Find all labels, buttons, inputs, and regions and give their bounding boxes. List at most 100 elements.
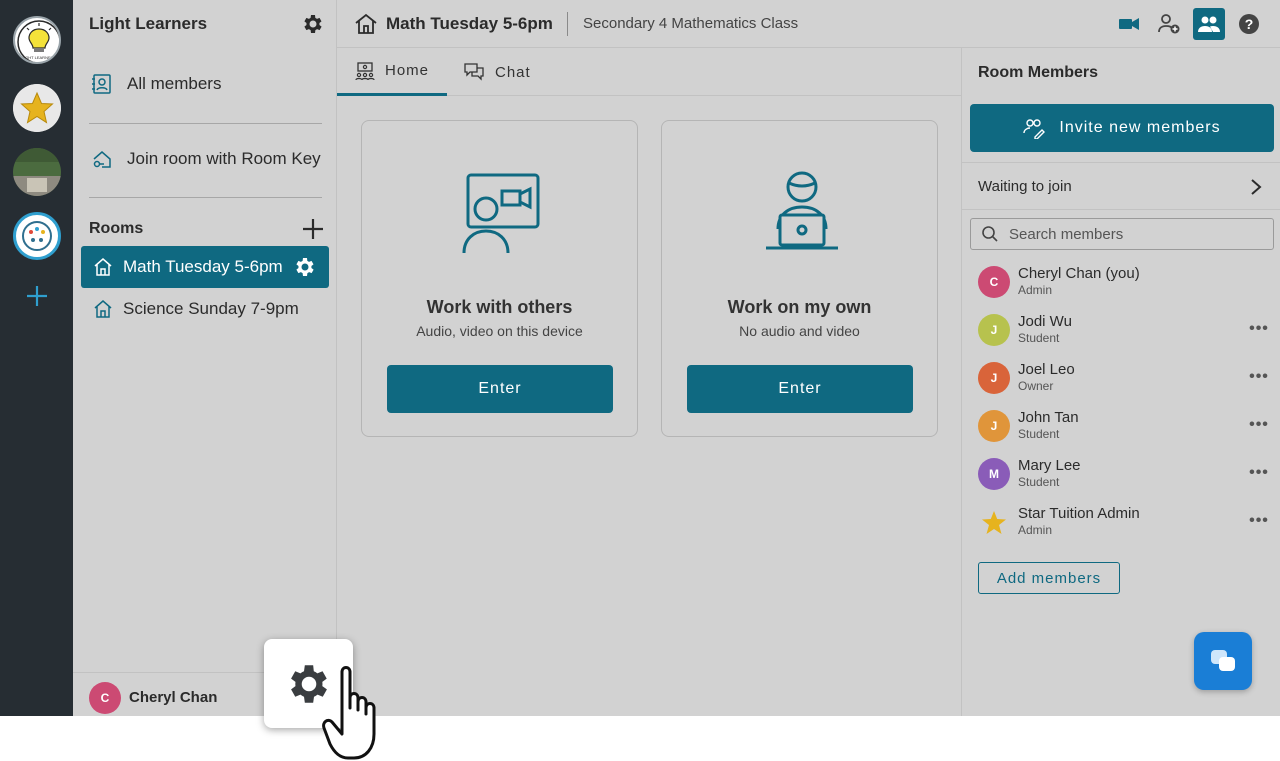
room-item-math-tuesday[interactable]: Math Tuesday 5-6pm [81, 246, 329, 288]
member-row[interactable]: J Jodi Wu Student ••• [978, 308, 1274, 348]
member-row[interactable]: M Mary Lee Student ••• [978, 452, 1274, 492]
video-collaboration-icon [462, 173, 540, 253]
members-icon [1198, 16, 1220, 32]
add-members-button[interactable]: Add members [978, 562, 1120, 594]
star-icon [13, 84, 61, 132]
member-name: John Tan [1018, 409, 1079, 426]
avatar: M [978, 458, 1010, 490]
classroom-icon [355, 61, 375, 80]
work-with-others-card: Work with others Audio, video on this de… [361, 120, 638, 437]
room-settings-button[interactable] [293, 255, 317, 279]
org-dots[interactable] [13, 212, 61, 260]
add-room-button[interactable] [301, 217, 325, 241]
tab-chat[interactable]: Chat [463, 48, 531, 96]
sidebar-divider [89, 123, 322, 124]
home-icon [355, 13, 377, 34]
tab-home[interactable]: Home [337, 48, 447, 96]
member-role: Student [1018, 475, 1060, 489]
org-star-tuition[interactable] [13, 84, 61, 132]
member-name: Cheryl Chan (you) [1018, 265, 1140, 282]
rooms-heading: Rooms [89, 220, 144, 237]
more-options-icon[interactable]: ••• [1248, 414, 1270, 436]
more-options-icon[interactable]: ••• [1248, 318, 1270, 340]
sidebar-divider [89, 197, 322, 198]
add-person-button[interactable] [1153, 8, 1185, 40]
card-title: Work with others [426, 297, 573, 317]
lightbulb-logo-icon: LIGHT LEARNERS [17, 20, 59, 62]
member-role: Admin [1018, 283, 1053, 297]
member-row[interactable]: Star Tuition Admin Admin ••• [978, 500, 1274, 540]
room-members-panel: Room Members Invite new members Waiting … [961, 48, 1280, 716]
home-icon [94, 300, 112, 318]
all-members-label: All members [127, 74, 222, 93]
add-person-icon [1158, 14, 1180, 34]
org-settings-button[interactable] [301, 12, 325, 36]
card-subtitle: Audio, video on this device [416, 323, 583, 339]
join-room-link[interactable]: Join room with Room Key [91, 144, 321, 174]
enter-with-others-button[interactable]: Enter [387, 365, 613, 413]
more-options-icon[interactable]: ••• [1248, 510, 1270, 532]
room-subtitle: Secondary 4 Mathematics Class [583, 15, 799, 32]
avatar: J [978, 410, 1010, 442]
video-button[interactable] [1113, 8, 1145, 40]
home-icon [94, 258, 112, 276]
help-button[interactable]: ? [1233, 8, 1265, 40]
logo-text: LIGHT LEARNERS [22, 55, 57, 60]
contacts-book-icon [92, 74, 111, 94]
search-members-input[interactable] [1009, 225, 1249, 243]
gear-icon [296, 258, 314, 276]
member-name: Joel Leo [1018, 361, 1075, 378]
card-subtitle: No audio and video [739, 323, 860, 339]
room-sidebar: Light Learners All members Join room wit… [73, 0, 337, 716]
member-role: Student [1018, 331, 1060, 345]
card-title: Work on my own [727, 297, 872, 317]
search-icon [982, 226, 998, 242]
chat-bubbles-icon [1211, 650, 1235, 671]
more-options-icon[interactable]: ••• [1248, 366, 1270, 388]
room-title: Math Tuesday 5-6pm [386, 14, 553, 33]
add-org-button[interactable] [23, 282, 51, 310]
enter-on-my-own-button[interactable]: Enter [687, 365, 913, 413]
member-role: Student [1018, 427, 1060, 441]
header-separator [567, 12, 568, 36]
app-window: LIGHT LEARNERS Light Learners All member… [0, 0, 1280, 716]
gear-icon [304, 15, 322, 33]
org-title: Light Learners [89, 14, 208, 33]
avatar: J [978, 314, 1010, 346]
chat-bubble-button[interactable] [1194, 632, 1252, 690]
more-options-icon[interactable]: ••• [1248, 462, 1270, 484]
room-item-science-sunday[interactable]: Science Sunday 7-9pm [81, 288, 329, 330]
hand-pointer-icon [322, 666, 376, 760]
current-user-name: Cheryl Chan [129, 689, 218, 706]
invite-people-icon [1023, 119, 1046, 139]
room-label: Science Sunday 7-9pm [123, 299, 299, 318]
work-on-my-own-card: Work on my own No audio and video Enter [661, 120, 938, 437]
invite-new-members-button[interactable]: Invite new members [970, 104, 1274, 152]
svg-text:?: ? [1245, 16, 1254, 32]
avatar: C [978, 266, 1010, 298]
chevron-right-icon [1251, 179, 1262, 195]
waiting-to-join-row[interactable]: Waiting to join [962, 162, 1280, 210]
all-members-link[interactable]: All members [91, 69, 221, 99]
room-header: Math Tuesday 5-6pm Secondary 4 Mathemati… [337, 0, 1280, 48]
member-name: Mary Lee [1018, 457, 1081, 474]
org-photo[interactable] [13, 148, 61, 196]
help-icon: ? [1239, 14, 1259, 34]
org-light-learners[interactable]: LIGHT LEARNERS [13, 16, 61, 64]
person-laptop-icon [766, 171, 838, 250]
members-button[interactable] [1193, 8, 1225, 40]
star-icon [982, 511, 1006, 534]
room-tabs: Home Chat [337, 48, 961, 96]
avatar[interactable]: C [89, 682, 121, 714]
member-row[interactable]: C Cheryl Chan (you) Admin [978, 260, 1274, 300]
member-row[interactable]: J John Tan Student ••• [978, 404, 1274, 444]
plus-icon [27, 286, 47, 306]
panel-title: Room Members [978, 64, 1099, 81]
room-label: Math Tuesday 5-6pm [123, 257, 283, 276]
member-role: Owner [1018, 379, 1054, 393]
dotted-face-icon [22, 221, 52, 251]
photo-thumbnail-icon [13, 148, 61, 196]
join-room-label: Join room with Room Key [127, 149, 321, 168]
member-row[interactable]: J Joel Leo Owner ••• [978, 356, 1274, 396]
waiting-label: Waiting to join [978, 178, 1072, 195]
